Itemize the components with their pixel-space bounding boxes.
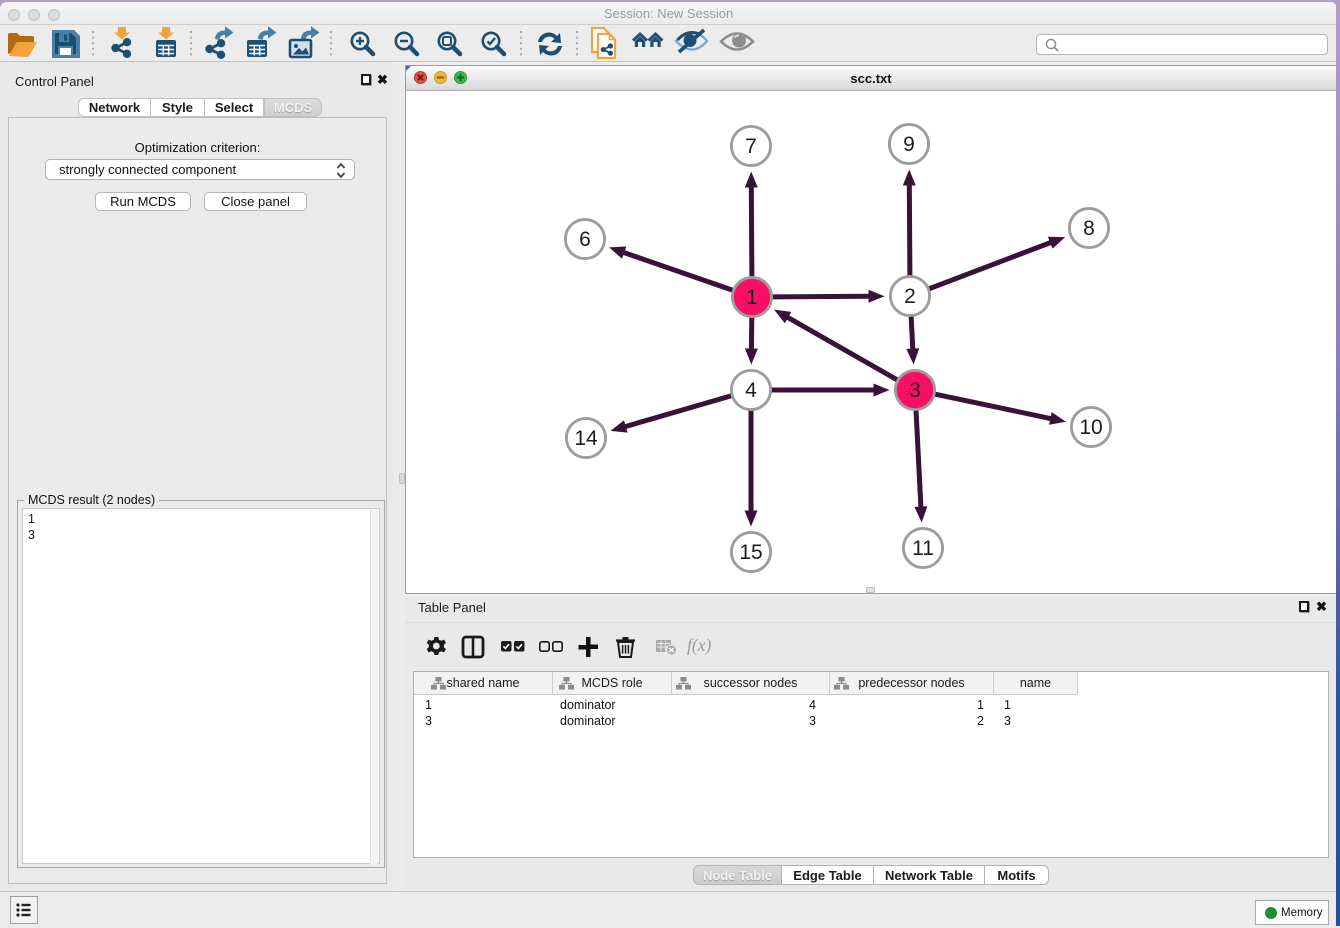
svg-text:f(x): f(x) [687,635,711,655]
svg-text:4: 4 [745,379,757,402]
svg-text:2: 2 [904,285,916,308]
svg-text:9: 9 [903,133,915,156]
svg-text:15: 15 [739,541,762,564]
svg-text:10: 10 [1079,416,1102,439]
svg-text:7: 7 [745,135,757,158]
svg-text:3: 3 [909,379,921,402]
svg-text:14: 14 [574,427,598,450]
svg-text:8: 8 [1083,217,1095,240]
svg-text:11: 11 [912,537,934,560]
svg-text:6: 6 [579,228,591,251]
svg-text:1: 1 [746,286,758,309]
